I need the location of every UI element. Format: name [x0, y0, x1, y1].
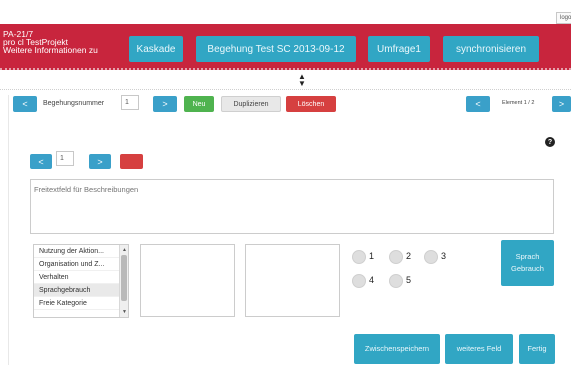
item-prev-button[interactable]: < [30, 154, 52, 169]
delete-button[interactable]: Löschen [286, 96, 336, 112]
item-delete-button[interactable] [120, 154, 143, 169]
synchronize-button[interactable]: synchronisieren [443, 36, 539, 62]
rating-radio-4[interactable] [352, 274, 366, 288]
rating-radio-1[interactable] [352, 250, 366, 264]
umfrage-button[interactable]: Umfrage1 [368, 36, 430, 62]
description-textarea[interactable] [30, 179, 554, 234]
item-next-button[interactable]: > [89, 154, 111, 169]
rating-label-1: 1 [369, 251, 375, 261]
rating-radio-5[interactable] [389, 274, 403, 288]
resize-handle[interactable]: ▲ ▼ [295, 72, 309, 88]
help-icon[interactable]: ? [545, 137, 555, 147]
rating-label-2: 2 [406, 251, 412, 261]
category-list[interactable]: Nutzung der Aktion... Organisation und Z… [33, 244, 129, 318]
element-prev-button[interactable]: < [466, 96, 490, 112]
logout-link[interactable]: logou [556, 12, 571, 24]
list-item[interactable]: Freie Kategorie [34, 297, 120, 310]
project-info[interactable]: PA-21/7 pro cl TestProjekt Weitere Infor… [3, 30, 98, 55]
scroll-thumb[interactable] [121, 255, 127, 301]
sprach-label-1: Sprach [515, 252, 540, 261]
add-field-button[interactable]: weiteres Feld [445, 334, 513, 364]
sprach-label-2: Gebrauch [511, 264, 544, 273]
image-panel-1[interactable] [140, 244, 235, 317]
rating-label-3: 3 [441, 251, 447, 261]
project-header: PA-21/7 pro cl TestProjekt Weitere Infor… [0, 24, 571, 70]
list-scrollbar[interactable]: ▲ ▼ [119, 245, 128, 317]
duplicate-button[interactable]: Duplizieren [221, 96, 281, 112]
rating-radio-2[interactable] [389, 250, 403, 264]
begehungsnummer-field[interactable]: 1 [121, 95, 139, 110]
save-draft-button[interactable]: Zwischenspeichern [354, 334, 440, 364]
begehung-prev-button[interactable]: < [13, 96, 37, 112]
arrow-down-icon: ▼ [298, 79, 306, 88]
more-info-link[interactable]: Weitere Informationen zu [3, 46, 98, 55]
sprachgebrauch-button[interactable]: Sprach Gebrauch [501, 240, 554, 286]
top-bar: logou [0, 0, 571, 24]
new-button[interactable]: Neu [184, 96, 214, 112]
kaskade-button[interactable]: Kaskade [129, 36, 183, 62]
scroll-down-icon[interactable]: ▼ [120, 308, 128, 316]
rating-radio-3[interactable] [424, 250, 438, 264]
scroll-up-icon[interactable]: ▲ [120, 246, 128, 254]
finish-button[interactable]: Fertig [519, 334, 555, 364]
image-panel-2[interactable] [245, 244, 340, 317]
element-counter: Element 1 / 2 [502, 100, 535, 106]
element-next-button[interactable]: > [552, 96, 571, 112]
list-item[interactable]: Nutzung der Aktion... [34, 245, 120, 258]
rating-label-4: 4 [369, 275, 375, 285]
item-number-field[interactable]: 1 [56, 151, 74, 166]
list-item[interactable]: Verhalten [34, 271, 120, 284]
left-border [8, 95, 9, 365]
begehung-button[interactable]: Begehung Test SC 2013-09-12 [196, 36, 356, 62]
begehung-next-button[interactable]: > [153, 96, 177, 112]
list-item[interactable]: Sprachgebrauch [34, 284, 120, 297]
rating-label-5: 5 [406, 275, 412, 285]
list-item[interactable]: Organisation und Z... [34, 258, 120, 271]
begehungsnummer-label: Begehungsnummer [43, 100, 105, 107]
divider [0, 89, 571, 90]
